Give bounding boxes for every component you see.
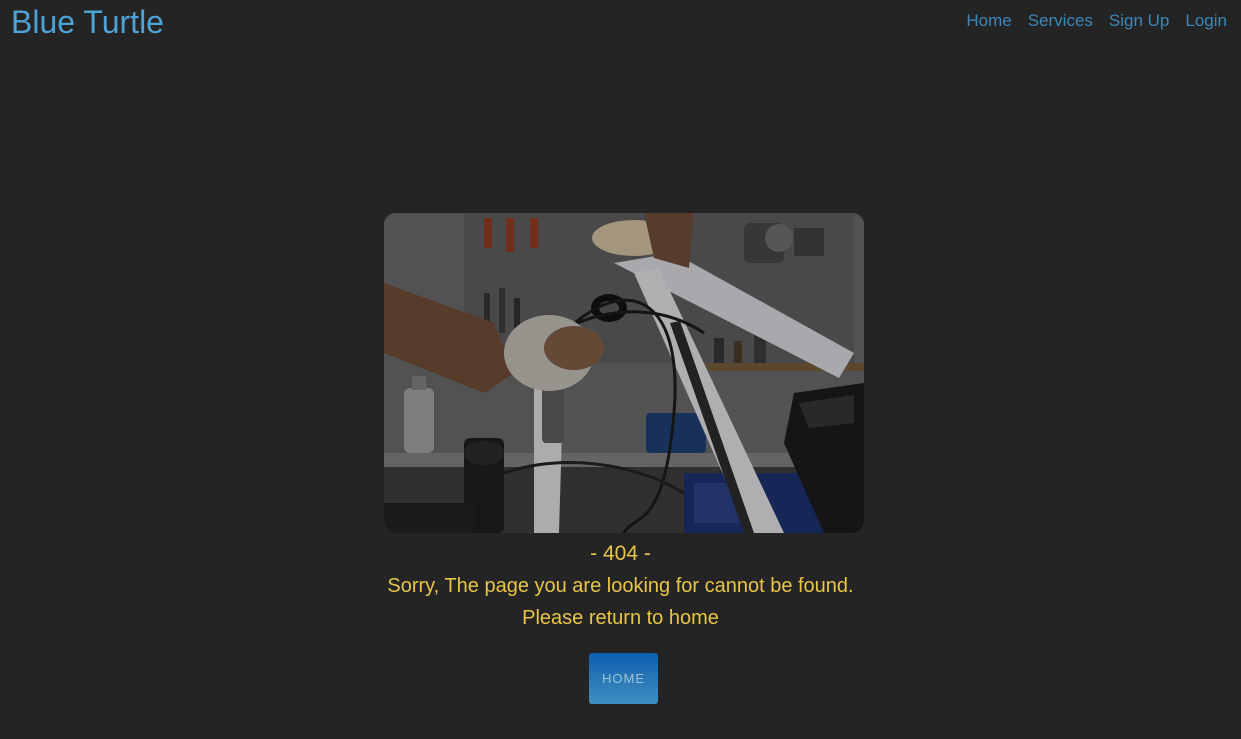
- brand-logo-link[interactable]: Blue Turtle: [11, 2, 164, 42]
- nav-signup-link[interactable]: Sign Up: [1109, 10, 1169, 32]
- bike-repair-photo: [384, 213, 864, 533]
- hero-image: [384, 213, 864, 533]
- error-code: - 404 -: [590, 542, 651, 565]
- error-message: Sorry, The page you are looking for cann…: [387, 575, 854, 597]
- home-button[interactable]: HOME: [589, 653, 658, 704]
- nav-services-link[interactable]: Services: [1028, 10, 1093, 32]
- nav-links: Home Services Sign Up Login: [966, 10, 1227, 32]
- error-instruction: Please return to home: [522, 607, 719, 629]
- nav-login-link[interactable]: Login: [1185, 10, 1227, 32]
- nav-home-link[interactable]: Home: [966, 10, 1011, 32]
- navbar: Blue Turtle Home Services Sign Up Login: [0, 0, 1241, 44]
